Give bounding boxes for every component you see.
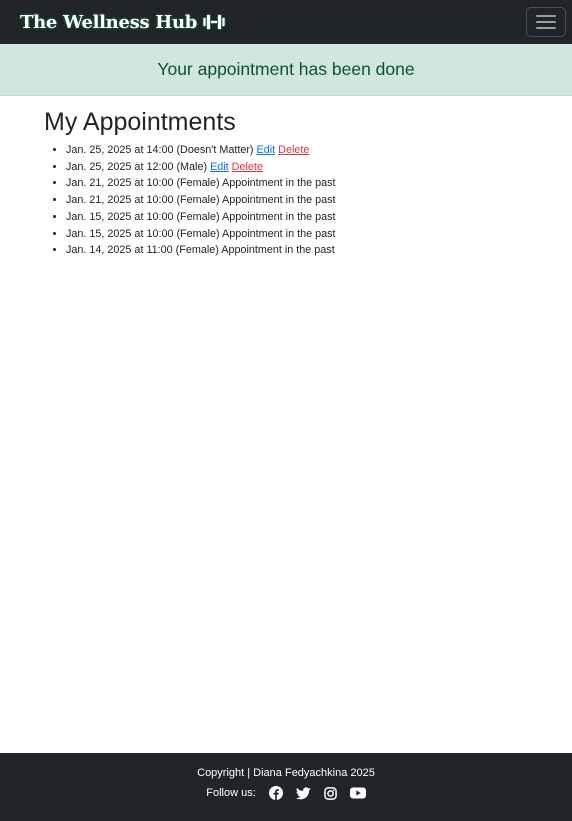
social-links: Follow us: [0,786,572,800]
footer: Copyright | Diana Fedyachkina 2025 Follo… [0,753,572,821]
appointment-item: Jan. 25, 2025 at 12:00 (Male) Edit Delet… [66,159,572,176]
youtube-icon[interactable] [349,787,366,799]
edit-link[interactable]: Edit [257,144,276,156]
appointment-list: Jan. 25, 2025 at 14:00 (Doesn't Matter) … [44,142,572,259]
delete-link[interactable]: Delete [278,144,309,156]
edit-link[interactable]: Edit [210,161,229,173]
success-alert: Your appointment has been done [0,44,572,96]
appointment-item: Jan. 14, 2025 at 11:00 (Female) Appointm… [66,242,572,259]
appointment-text: Jan. 21, 2025 at 10:00 (Female) Appointm… [66,194,336,207]
appointment-text: Jan. 14, 2025 at 11:00 (Female) Appointm… [66,244,335,257]
appointment-text: Jan. 25, 2025 at 14:00 (Doesn't Matter) [66,144,254,156]
page-title: My Appointments [44,108,236,136]
main-content: My Appointments Jan. 25, 2025 at 14:00 (… [0,96,572,259]
instagram-icon[interactable] [323,786,337,800]
dumbbell-icon [202,13,226,31]
appointment-item: Jan. 15, 2025 at 10:00 (Female) Appointm… [66,209,572,226]
brand-link[interactable]: The Wellness Hub [20,12,226,33]
appointment-text: Jan. 15, 2025 at 10:00 (Female) Appointm… [66,210,336,223]
appointment-item: Jan. 21, 2025 at 10:00 (Female) Appointm… [66,192,572,209]
appointment-item: Jan. 15, 2025 at 10:00 (Female) Appointm… [66,226,572,243]
appointment-item: Jan. 21, 2025 at 10:00 (Female) Appointm… [66,175,572,192]
follow-label: Follow us: [206,787,256,799]
copyright-text: Copyright | Diana Fedyachkina 2025 [197,767,375,779]
brand-name: The Wellness Hub [20,11,198,33]
appointment-text: Jan. 25, 2025 at 12:00 (Male) [66,160,208,173]
hamburger-line [536,27,556,29]
hamburger-menu-icon [536,15,556,17]
alert-message: Your appointment has been done [157,59,415,79]
appointment-item: Jan. 25, 2025 at 14:00 (Doesn't Matter) … [66,142,572,159]
navbar: The Wellness Hub [0,0,572,44]
facebook-icon[interactable] [268,786,283,800]
twitter-icon[interactable] [295,786,311,800]
hamburger-line [536,21,556,23]
delete-link[interactable]: Delete [232,161,263,173]
appointment-text: Jan. 15, 2025 at 10:00 (Female) Appointm… [66,227,336,240]
hamburger-menu-button[interactable] [526,7,566,37]
appointment-text: Jan. 21, 2025 at 10:00 (Female) Appointm… [66,177,336,190]
